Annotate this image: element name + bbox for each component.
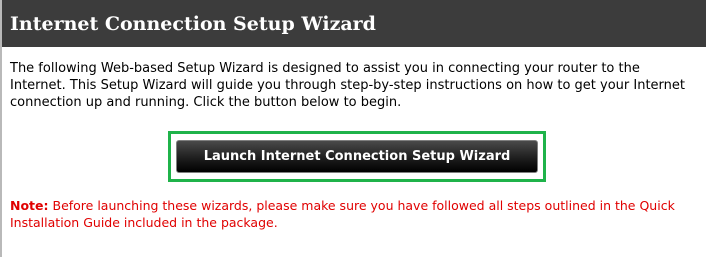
note-body: Before launching these wizards, please m… — [10, 198, 675, 230]
note-text: Note: Before launching these wizards, pl… — [10, 197, 698, 231]
launch-wizard-button[interactable]: Launch Internet Connection Setup Wizard — [176, 140, 538, 173]
page-title: Internet Connection Setup Wizard — [10, 13, 376, 35]
panel-header: Internet Connection Setup Wizard — [2, 0, 706, 47]
intro-text: The following Web-based Setup Wizard is … — [10, 61, 685, 110]
setup-wizard-panel: Internet Connection Setup Wizard The fol… — [0, 0, 706, 257]
note-label: Note: — [10, 198, 49, 213]
